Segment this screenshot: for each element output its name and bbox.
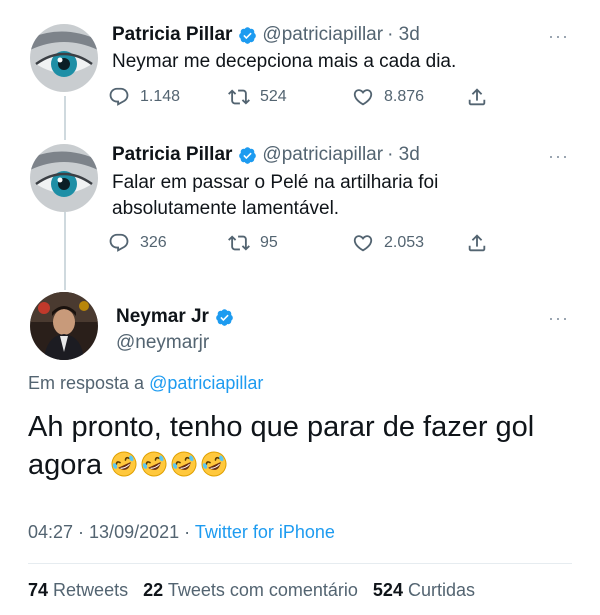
verified-badge-icon <box>215 308 234 327</box>
reply-icon <box>109 87 129 106</box>
tweet-timestamp[interactable]: 04:27 · 13/09/2021 · <box>28 522 190 542</box>
like-icon <box>353 235 373 252</box>
tweet-age[interactable]: · 3d <box>387 24 420 46</box>
tweet-author-name[interactable]: Neymar Jr <box>116 306 209 328</box>
avatar-neymar-jr[interactable] <box>30 292 98 360</box>
reply-button[interactable]: 326 <box>108 232 167 254</box>
main-tweet-text: Ah pronto, tenho que parar de fazer gol … <box>28 411 535 481</box>
rofl-emoji-icon <box>200 450 228 478</box>
tweet-author-name[interactable]: Patricia Pillar <box>112 24 232 46</box>
retweets-stat[interactable]: 74 Retweets <box>28 580 128 600</box>
thread-line <box>64 212 66 290</box>
emoji-row <box>110 449 230 481</box>
share-button[interactable] <box>466 86 498 108</box>
like-button[interactable]: 8.876 <box>352 86 424 108</box>
retweet-icon <box>228 89 250 105</box>
tweet-author-handle[interactable]: @patriciapillar <box>262 144 383 166</box>
reply-context: Em resposta a @patriciapillar <box>28 373 263 394</box>
reply-count: 1.148 <box>140 88 181 105</box>
likes-stat[interactable]: 524 Curtidas <box>373 580 475 600</box>
share-icon <box>468 234 486 252</box>
reply-icon <box>109 233 129 252</box>
verified-badge-icon <box>238 146 257 165</box>
tweet-stats: 74 Retweets 22 Tweets com comentário 524… <box>28 580 475 601</box>
tweet-source-link[interactable]: Twitter for iPhone <box>195 522 335 542</box>
avatar-patricia-pillar[interactable] <box>30 144 98 212</box>
tweet-timestamp-row: 04:27 · 13/09/2021 · Twitter for iPhone <box>28 522 335 543</box>
reply-button[interactable]: 1.148 <box>108 86 180 108</box>
retweet-icon <box>228 235 250 251</box>
tweet-author-name[interactable]: Patricia Pillar <box>112 144 232 166</box>
retweet-button[interactable]: 524 <box>228 86 287 108</box>
tweet-age[interactable]: · 3d <box>387 144 420 166</box>
rofl-emoji-icon <box>140 450 168 478</box>
divider <box>28 563 572 564</box>
share-button[interactable] <box>466 232 498 254</box>
tweet-text: Neymar me decepciona mais a cada dia. <box>112 51 457 72</box>
share-icon <box>468 88 486 106</box>
like-count: 8.876 <box>384 88 425 105</box>
rofl-emoji-icon <box>170 450 198 478</box>
like-icon <box>353 89 373 106</box>
retweet-count: 524 <box>260 88 287 105</box>
more-options-icon[interactable]: ··· <box>548 26 569 47</box>
avatar-patricia-pillar[interactable] <box>30 24 98 92</box>
tweet-author-handle[interactable]: @neymarjr <box>116 332 209 354</box>
like-count: 2.053 <box>384 234 425 251</box>
tweet-actions: 1.148 524 8.876 <box>108 86 508 110</box>
rofl-emoji-icon <box>110 450 138 478</box>
reply-prefix: Em resposta a <box>28 373 145 393</box>
quote-tweets-stat[interactable]: 22 Tweets com comentário <box>143 580 358 600</box>
tweet-text: Falar em passar o Pelé na artilharia foi… <box>112 172 439 219</box>
verified-badge-icon <box>238 26 257 45</box>
more-options-icon[interactable]: ··· <box>548 146 569 167</box>
retweet-count: 95 <box>260 234 278 251</box>
reply-count: 326 <box>140 234 167 251</box>
tweet-author-handle[interactable]: @patriciapillar <box>262 24 383 46</box>
like-button[interactable]: 2.053 <box>352 232 424 254</box>
tweet-actions: 326 95 2.053 <box>108 232 508 256</box>
reply-mention-link[interactable]: @patriciapillar <box>149 373 263 393</box>
more-options-icon[interactable]: ··· <box>548 308 569 329</box>
thread-line <box>64 96 66 140</box>
retweet-button[interactable]: 95 <box>228 232 278 254</box>
